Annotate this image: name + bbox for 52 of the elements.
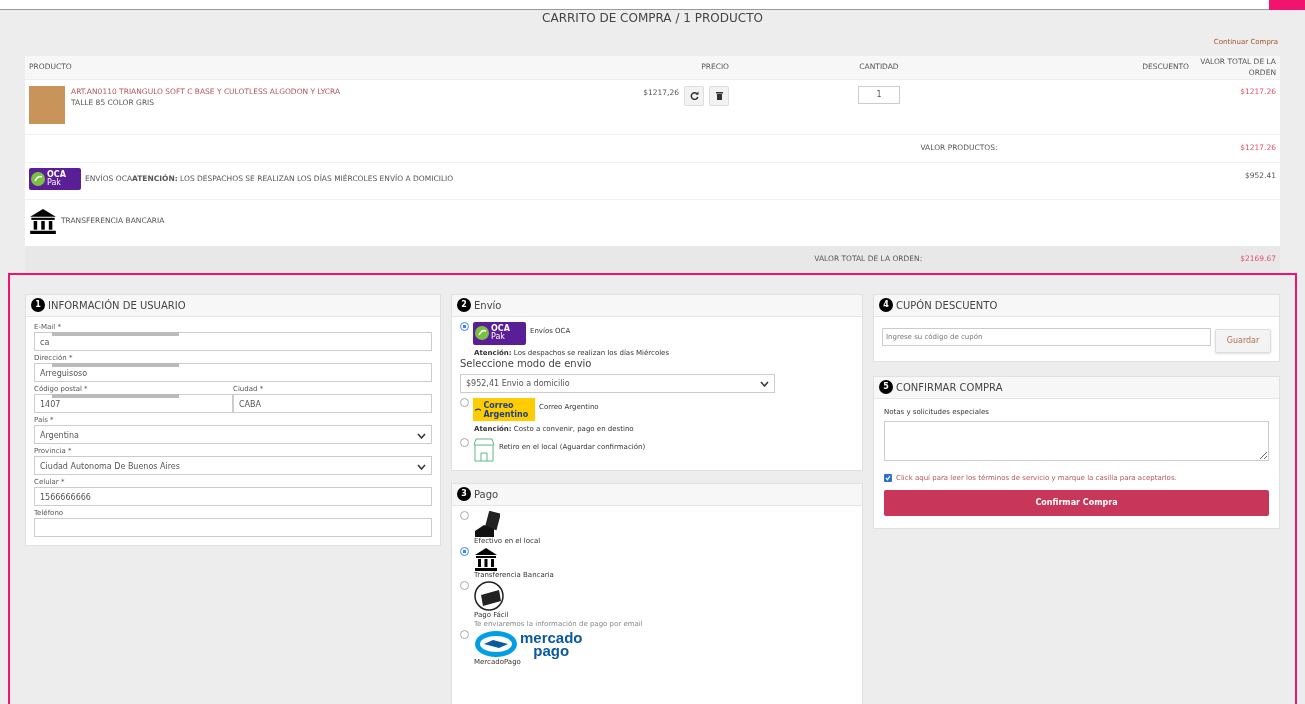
step-number: 2 <box>457 298 471 312</box>
trash-icon <box>715 91 723 100</box>
input-field[interactable]: 1566666666 <box>34 486 432 506</box>
refresh-button[interactable] <box>684 85 704 106</box>
storefront-icon <box>473 437 495 462</box>
step-number: 4 <box>879 298 893 312</box>
leaf-icon <box>31 171 45 186</box>
photo-placeholder <box>29 85 65 124</box>
mercado-pago-logo: mercado pago <box>474 629 583 658</box>
delete-button[interactable] <box>709 85 729 106</box>
wave-icon <box>475 405 482 414</box>
check-icon <box>885 475 891 482</box>
step-number: 5 <box>879 380 893 394</box>
correo-logo: Correo Argentino <box>473 398 535 421</box>
radio-button[interactable] <box>460 321 469 331</box>
bank-icon <box>474 546 498 571</box>
confirm-purchase-button[interactable]: Confirmar Compra <box>884 489 1269 516</box>
refresh-icon <box>689 91 699 100</box>
radio-button[interactable] <box>460 629 469 639</box>
step-number: 1 <box>31 298 45 312</box>
radio-button[interactable] <box>460 398 469 407</box>
step-number: 3 <box>457 487 471 501</box>
dropdown[interactable]: $952,41 Envio a domicilio <box>460 374 775 393</box>
chevron-down-icon <box>417 433 426 439</box>
leaf-icon <box>475 326 489 340</box>
chevron-down-icon <box>417 464 426 470</box>
notes-field[interactable] <box>884 421 1269 461</box>
oca-logo: OCA Pak <box>473 321 526 345</box>
save-button[interactable]: Guardar <box>1215 328 1271 353</box>
input-field[interactable] <box>34 517 432 537</box>
panel-title: CONFIRMAR COMPRA <box>896 380 1003 395</box>
radio-button[interactable] <box>460 510 469 520</box>
chevron-down-icon <box>760 380 769 387</box>
oca-logo: OCA Pak <box>29 167 81 190</box>
handshake-icon <box>474 629 518 658</box>
bank-icon <box>29 207 57 234</box>
panel-title: CUPÓN DESCUENTO <box>896 298 998 313</box>
page-title: CARRITO DE COMPRA / 1 PRODUCTO <box>541 11 764 25</box>
radio-button[interactable] <box>460 546 469 556</box>
select-label: Seleccione modo de envio <box>460 358 593 369</box>
panel-title: Pago <box>474 487 499 502</box>
dropdown[interactable]: Ciudad Autonoma De Buenos Aires <box>34 455 432 475</box>
radio-button[interactable] <box>460 580 469 590</box>
checkbox[interactable] <box>884 474 892 483</box>
input-field[interactable]: CABA <box>233 393 432 413</box>
hand-with-cash-icon <box>474 510 500 537</box>
dropdown[interactable]: Argentina <box>34 424 432 444</box>
panel-title: Envío <box>474 298 502 313</box>
radio-button[interactable] <box>460 437 469 447</box>
quantity-field[interactable]: 1 <box>858 85 900 104</box>
panel-title: INFORMACIÓN DE USUARIO <box>48 298 186 313</box>
pago-facil-logo <box>474 580 504 611</box>
